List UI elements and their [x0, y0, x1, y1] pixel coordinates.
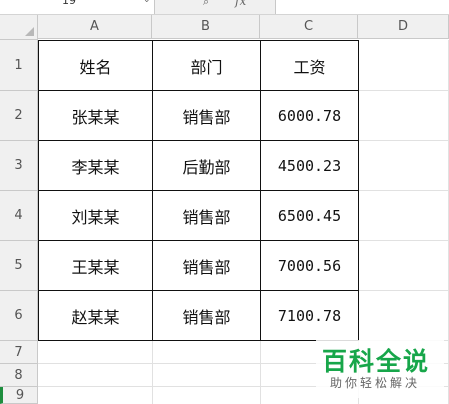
- name-box[interactable]: 19 ⌄: [0, 0, 155, 14]
- cell-c4[interactable]: 6500.45: [261, 191, 358, 240]
- cell-c5[interactable]: 7000.56: [261, 241, 358, 290]
- row-header-8[interactable]: 8: [0, 364, 38, 387]
- cell-b6[interactable]: 销售部: [153, 291, 260, 340]
- watermark-title: 百科全说: [322, 347, 431, 376]
- row-header-4[interactable]: 4: [0, 191, 38, 241]
- name-box-value: 19: [62, 0, 76, 7]
- row-header-6[interactable]: 6: [0, 291, 38, 341]
- chevron-down-icon[interactable]: ⌄: [143, 0, 151, 5]
- row-header-5[interactable]: 5: [0, 241, 38, 291]
- cell-a1[interactable]: 姓名: [39, 41, 152, 90]
- cell-a2[interactable]: 张某某: [39, 91, 152, 140]
- cell-b3[interactable]: 后勤部: [153, 141, 260, 190]
- row-header-7[interactable]: 7: [0, 341, 38, 364]
- table-border: [38, 340, 359, 341]
- cell-b2[interactable]: 销售部: [153, 91, 260, 140]
- row-header-1[interactable]: 1: [0, 40, 38, 91]
- row-header-3[interactable]: 3: [0, 141, 38, 191]
- cell-a3[interactable]: 李某某: [39, 141, 152, 190]
- cell-b4[interactable]: 销售部: [153, 191, 260, 240]
- cell-c2[interactable]: 6000.78: [261, 91, 358, 140]
- row-header-9[interactable]: 9: [0, 387, 38, 404]
- cell-a5[interactable]: 王某某: [39, 241, 152, 290]
- zoom-icon[interactable]: ⌕: [203, 0, 209, 9]
- select-all-corner[interactable]: [0, 15, 38, 40]
- column-header-d[interactable]: D: [358, 15, 449, 39]
- formula-bar: 19 ⌄ ⌕ fx: [0, 0, 449, 15]
- cell-a4[interactable]: 刘某某: [39, 191, 152, 240]
- cell-a6[interactable]: 赵某某: [39, 291, 152, 340]
- watermark-subtitle: 助你轻松解决: [330, 376, 421, 390]
- cell-c6[interactable]: 7100.78: [261, 291, 358, 340]
- cell-b5[interactable]: 销售部: [153, 241, 260, 290]
- column-header-a[interactable]: A: [38, 15, 152, 39]
- cell-c1[interactable]: 工资: [261, 41, 358, 90]
- row-header-2[interactable]: 2: [0, 91, 38, 141]
- corner-triangle-icon: [25, 27, 34, 36]
- formula-controls: ⌕ fx: [155, 0, 276, 14]
- column-header-b[interactable]: B: [152, 15, 260, 39]
- column-header-c[interactable]: C: [260, 15, 358, 39]
- cell-c3[interactable]: 4500.23: [261, 141, 358, 190]
- watermark-logo: 百科全说 助你轻松解决: [316, 340, 444, 398]
- fx-button[interactable]: fx: [235, 0, 246, 8]
- cell-b1[interactable]: 部门: [153, 41, 260, 90]
